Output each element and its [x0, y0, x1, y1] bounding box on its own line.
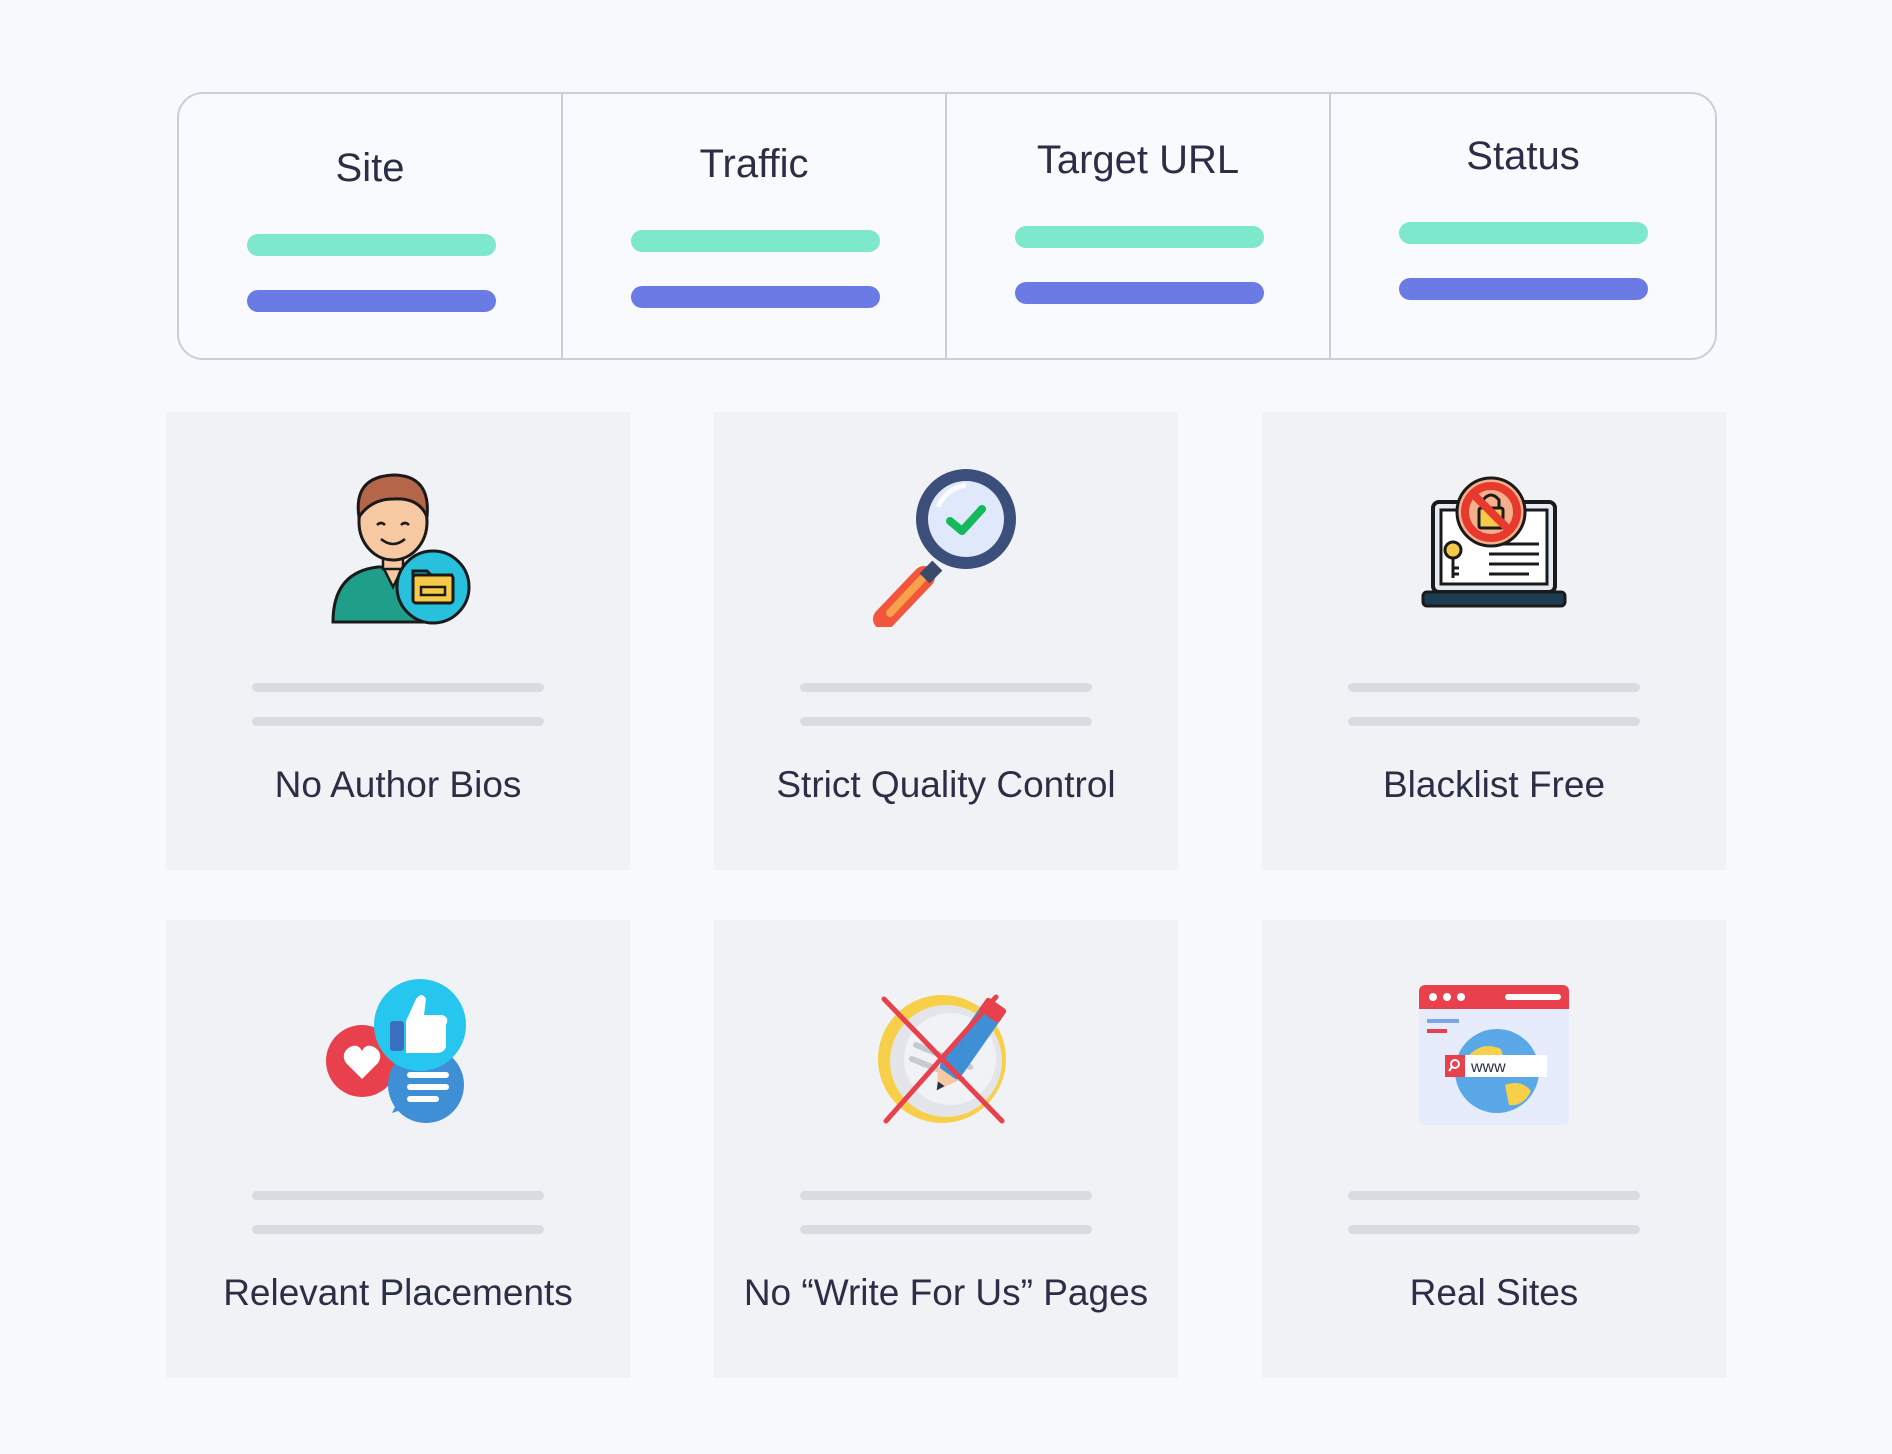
- feature-label: Relevant Placements: [223, 1272, 573, 1313]
- feature-label: No Author Bios: [274, 764, 522, 805]
- placeholder-bar-secondary: [247, 290, 496, 312]
- placeholder-line: [252, 717, 544, 726]
- placeholder-line: [800, 717, 1092, 726]
- column-site: Site: [179, 94, 563, 358]
- placeholder-line: [1348, 683, 1640, 692]
- laptop-blocked-icon: [1262, 462, 1726, 632]
- feature-card-strict-quality-control: Strict Quality Control: [714, 412, 1178, 870]
- feature-label: Strict Quality Control: [776, 764, 1116, 805]
- placeholder-line: [800, 1191, 1092, 1200]
- column-title-traffic: Traffic: [699, 142, 809, 186]
- column-target-url: Target URL: [947, 94, 1331, 358]
- column-title-target-url: Target URL: [1036, 138, 1240, 182]
- feature-card-no-author-bios: No Author Bios: [166, 412, 630, 870]
- placeholder-line: [1348, 717, 1640, 726]
- placeholder-bar-primary: [1399, 222, 1648, 244]
- placeholder-line: [252, 1191, 544, 1200]
- feature-card-relevant-placements: Relevant Placements: [166, 920, 630, 1378]
- www-text: www: [1470, 1059, 1506, 1076]
- placeholder-line: [252, 1225, 544, 1234]
- placeholder-bar-primary: [631, 230, 880, 252]
- placeholder-line: [1348, 1225, 1640, 1234]
- placeholder-bar-primary: [1015, 226, 1264, 248]
- placeholder-line: [800, 683, 1092, 692]
- placeholder-bar-secondary: [1399, 278, 1648, 300]
- feature-card-blacklist-free: Blacklist Free: [1262, 412, 1726, 870]
- feature-card-no-write-for-us: No “Write For Us” Pages: [714, 920, 1178, 1378]
- placeholder-bar-primary: [247, 234, 496, 256]
- placeholder-bar-secondary: [631, 286, 880, 308]
- placeholder-line: [1348, 1191, 1640, 1200]
- browser-globe-www-icon: www: [1262, 970, 1726, 1140]
- column-title-site: Site: [335, 146, 405, 190]
- column-title-status: Status: [1466, 134, 1580, 178]
- no-writing-icon: [714, 970, 1178, 1140]
- author-folder-icon: [166, 462, 630, 632]
- placeholder-line: [252, 683, 544, 692]
- column-status: Status: [1331, 94, 1715, 358]
- placeholder-bar-secondary: [1015, 282, 1264, 304]
- magnifier-check-icon: [714, 462, 1178, 632]
- feature-label: No “Write For Us” Pages: [743, 1272, 1149, 1313]
- social-thumbs-up-icon: [166, 970, 630, 1140]
- placeholder-line: [800, 1225, 1092, 1234]
- feature-card-real-sites: www Real Sites: [1262, 920, 1726, 1378]
- column-traffic: Traffic: [563, 94, 947, 358]
- page: Site Traffic Target URL Status No Author…: [0, 0, 1892, 1454]
- feature-label: Real Sites: [1409, 1272, 1579, 1313]
- feature-label: Blacklist Free: [1382, 764, 1606, 805]
- table-header: Site Traffic Target URL Status: [177, 92, 1717, 360]
